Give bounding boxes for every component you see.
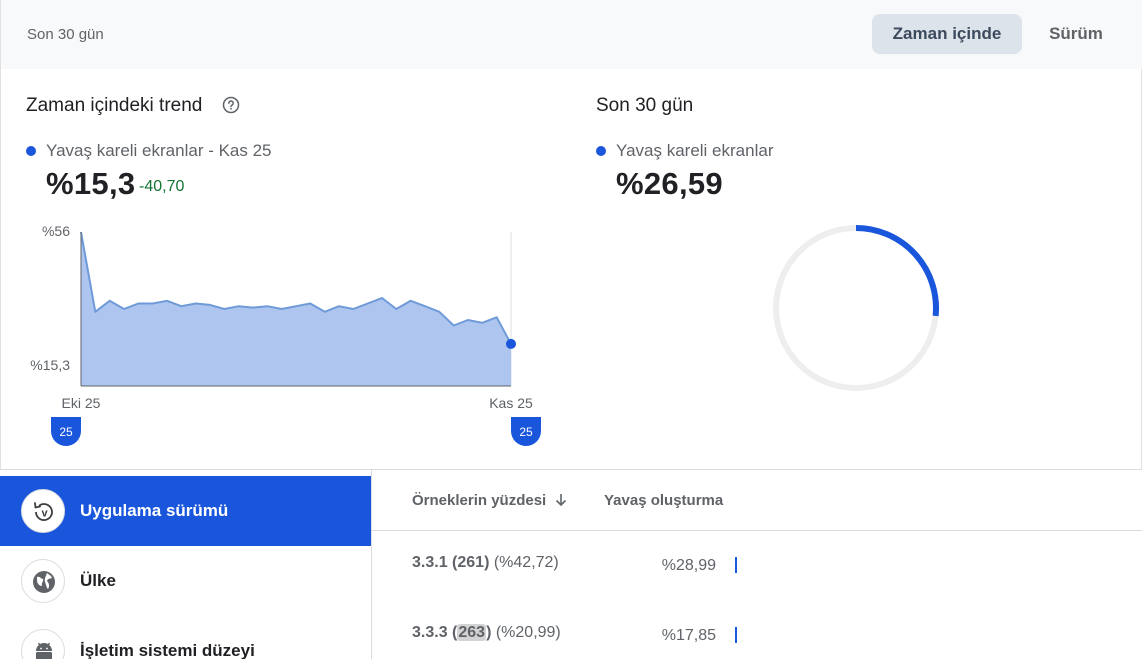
breakdown-section: v Uygulama sürümü Ülke İşletim sistemi d… xyxy=(0,469,1142,659)
summary-title: Son 30 gün xyxy=(596,95,694,116)
table-header-divider xyxy=(372,530,1142,531)
x-tick-end: Kas 25 xyxy=(489,395,533,411)
svg-text:v: v xyxy=(41,508,48,520)
trend-legend: Yavaş kareli ekranlar - Kas 25 xyxy=(46,141,272,160)
end-range-handle[interactable]: 25 xyxy=(511,417,541,446)
range-label: Son 30 gün xyxy=(27,26,104,43)
sidebar-divider xyxy=(371,470,372,659)
dimension-label: Ülke xyxy=(80,571,116,590)
row-version-prefix: 3.3.1 ( xyxy=(412,554,458,571)
col-samples-header[interactable]: Örneklerin yüzdesi xyxy=(412,492,568,509)
summary-value: %26,59 xyxy=(616,166,723,201)
row-version-prefix: 3.3.3 ( xyxy=(412,624,458,641)
summary-donut xyxy=(773,225,939,391)
dimension-label: Uygulama sürümü xyxy=(80,501,229,520)
current-point xyxy=(506,338,516,349)
version-icon-circle: v xyxy=(21,489,65,533)
top-bar: Son 30 gün Zaman içinde Sürüm xyxy=(0,0,1142,69)
row-slow-bar xyxy=(735,557,737,573)
row-version-code: 261 xyxy=(457,554,485,571)
arrow-down-icon xyxy=(556,494,567,507)
trend-area xyxy=(81,232,511,386)
end-handle-label: 25 xyxy=(519,425,533,439)
row-sample-pct: (%42,72) xyxy=(489,554,559,571)
help-icon[interactable] xyxy=(222,96,240,114)
android-icon xyxy=(36,642,52,659)
trend-legend-dot xyxy=(26,146,36,156)
start-handle-label: 25 xyxy=(59,425,73,439)
col-samples-label: Örneklerin yüzdesi xyxy=(412,492,547,509)
summary-legend: Yavaş kareli ekranlar xyxy=(616,141,774,160)
x-tick-start: Eki 25 xyxy=(62,395,101,411)
globe-icon xyxy=(33,571,55,593)
donut-arc xyxy=(855,225,939,317)
version-icon: v xyxy=(34,502,53,521)
col-slow-header[interactable]: Yavaş oluşturma xyxy=(604,492,723,509)
start-range-handle[interactable]: 25 xyxy=(51,417,81,446)
y-tick-top: %56 xyxy=(42,223,70,239)
row-sample-pct: (%20,99) xyxy=(491,624,561,641)
trend-delta: -40,70 xyxy=(139,178,185,195)
tab-over-time[interactable]: Zaman içinde xyxy=(872,14,1022,54)
table-row-version[interactable]: 3.3.1 (261) (%42,72) xyxy=(412,554,559,572)
globe-icon-circle xyxy=(21,559,65,603)
dimension-os-level[interactable]: İşletim sistemi düzeyi xyxy=(0,616,371,659)
row-version-code: 263 xyxy=(457,624,487,641)
trend-chart: %56 %15,3 Eki 25 Kas 25 25 25 xyxy=(30,223,541,446)
summary-legend-dot xyxy=(596,146,606,156)
trend-title: Zaman içindeki trend xyxy=(26,95,203,116)
row-slow-bar xyxy=(735,627,737,643)
dimension-app-version[interactable]: v Uygulama sürümü xyxy=(0,476,371,546)
row-slow-value: %17,85 xyxy=(661,627,716,644)
y-tick-current: %15,3 xyxy=(30,357,70,373)
dimension-label: İşletim sistemi düzeyi xyxy=(80,641,255,659)
table-row-version[interactable]: 3.3.3 (263) (%20,99) xyxy=(412,624,561,642)
dimension-country[interactable]: Ülke xyxy=(0,546,371,616)
tab-version[interactable]: Sürüm xyxy=(1037,14,1115,54)
trend-value: %15,3 xyxy=(46,166,136,201)
android-icon-circle xyxy=(21,629,65,659)
row-slow-value: %28,99 xyxy=(661,557,716,574)
